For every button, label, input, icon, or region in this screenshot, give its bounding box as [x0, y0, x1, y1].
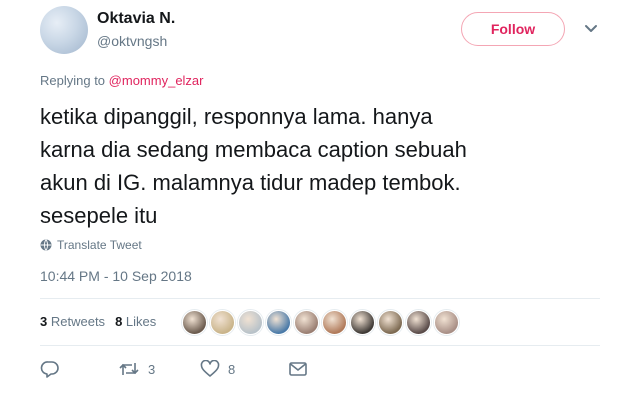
follow-button[interactable]: Follow [461, 12, 565, 46]
likes-count: 8 [115, 314, 123, 329]
globe-icon [40, 239, 52, 251]
direct-message-button[interactable] [288, 361, 308, 377]
reply-mention-link[interactable]: @mommy_elzar [109, 73, 204, 88]
liker-avatar[interactable] [182, 310, 207, 335]
likes-stat[interactable]: 8 Likes [115, 314, 156, 329]
translate-tweet-link[interactable]: Translate Tweet [40, 238, 142, 252]
likes-label: Likes [125, 314, 157, 329]
liker-avatars [182, 310, 459, 335]
tweet-text: ketika dipanggil, responnya lama. hanya … [40, 100, 600, 232]
translate-label[interactable]: Translate Tweet [57, 238, 142, 252]
liker-avatar[interactable] [210, 310, 235, 335]
user-name[interactable]: Oktavia N. [97, 10, 175, 28]
chevron-down-icon[interactable] [582, 20, 600, 38]
tweet-stats: 3 Retweets 8 Likes [40, 314, 156, 329]
liker-avatar[interactable] [322, 310, 347, 335]
like-button[interactable]: 8 [200, 360, 288, 378]
replying-to-label: Replying to [40, 73, 106, 88]
reply-button[interactable] [40, 360, 118, 378]
retweet-count: 3 [148, 361, 156, 377]
liker-avatar[interactable] [266, 310, 291, 335]
liker-avatar[interactable] [434, 310, 459, 335]
replying-to: Replying to @mommy_elzar [40, 73, 204, 88]
retweets-label: Retweets [50, 314, 106, 329]
tweet-text-line: akun di IG. malamnya tidur madep tembok. [40, 170, 461, 195]
avatar[interactable] [40, 6, 88, 54]
retweets-count: 3 [40, 314, 48, 329]
liker-avatar[interactable] [406, 310, 431, 335]
tweet-text-line: sesepele itu [40, 203, 158, 228]
liker-avatar[interactable] [378, 310, 403, 335]
liker-avatar[interactable] [238, 310, 263, 335]
retweets-stat[interactable]: 3 Retweets [40, 314, 105, 329]
reply-icon [40, 361, 59, 378]
divider [40, 298, 600, 299]
tweet-text-line: ketika dipanggil, responnya lama. hanya [40, 104, 433, 129]
liker-avatar[interactable] [350, 310, 375, 335]
heart-icon [200, 360, 220, 377]
retweet-button[interactable]: 3 [118, 360, 200, 378]
user-handle[interactable]: @oktvngsh [97, 33, 167, 49]
retweet-icon [119, 363, 139, 375]
liker-avatar[interactable] [294, 310, 319, 335]
like-count: 8 [228, 361, 236, 377]
divider [40, 345, 600, 346]
tweet-timestamp[interactable]: 10:44 PM - 10 Sep 2018 [40, 268, 192, 284]
tweet-text-line: karna dia sedang membaca caption sebuah [40, 137, 467, 162]
envelope-icon [289, 362, 307, 376]
tweet-actions: 3 8 [40, 360, 308, 378]
